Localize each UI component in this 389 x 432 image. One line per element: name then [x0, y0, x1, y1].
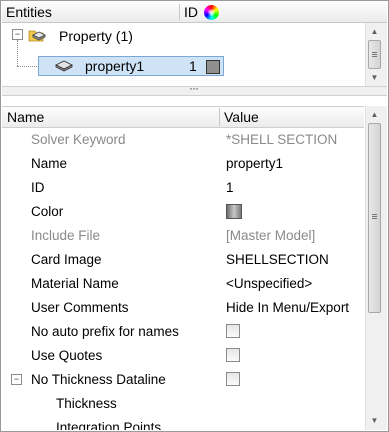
scroll-up-icon[interactable]: ▲	[366, 23, 383, 40]
tree-node-id: 1	[189, 58, 197, 74]
color-wheel-icon[interactable]	[204, 5, 219, 20]
property-name: User Comments	[31, 300, 129, 315]
property-name: Include File	[31, 228, 101, 243]
row-no-thickness-dataline[interactable]: − No Thickness Dataline	[2, 368, 364, 392]
property-name: Material Name	[31, 276, 119, 291]
user-comments-value[interactable]: Hide In Menu/Export	[226, 300, 349, 315]
shell-property-icon	[55, 60, 73, 72]
color-swatch[interactable]	[206, 60, 220, 74]
material-name-value[interactable]: <Unspecified>	[226, 276, 312, 291]
grip-icon	[372, 214, 377, 215]
property-value: *SHELL SECTION	[226, 132, 338, 147]
grip-icon	[372, 54, 377, 55]
grid-scrollbar[interactable]: ▲ ▼	[365, 106, 387, 430]
property-name: Name	[31, 156, 68, 171]
grid-header: Name Value	[2, 106, 364, 128]
row-solver-keyword: Solver Keyword *SHELL SECTION	[2, 128, 364, 152]
splitter-grip-icon: ···	[189, 81, 199, 95]
column-separator[interactable]	[219, 108, 220, 126]
property-name: Solver Keyword	[31, 132, 126, 147]
name-column-header[interactable]: Name	[7, 109, 44, 125]
row-color[interactable]: Color	[2, 200, 364, 224]
entity-tree: − Property (1) property1 1	[2, 23, 364, 85]
use-quotes-checkbox[interactable]	[226, 348, 240, 362]
tree-scrollbar[interactable]: ▲ ▼	[365, 23, 387, 86]
column-separator[interactable]	[179, 4, 180, 20]
row-use-quotes[interactable]: Use Quotes	[2, 344, 364, 368]
row-id[interactable]: ID 1	[2, 176, 364, 200]
grip-icon	[372, 218, 377, 219]
row-no-auto-prefix[interactable]: No auto prefix for names	[2, 320, 364, 344]
property-name: Color	[31, 204, 64, 219]
tree-connector	[17, 40, 18, 66]
no-auto-prefix-checkbox[interactable]	[226, 324, 240, 338]
name-value-field[interactable]: property1	[226, 156, 283, 171]
entity-property-panel: Entities ID − Property (1) property1 1 ▲	[0, 0, 389, 432]
row-name[interactable]: Name property1	[2, 152, 364, 176]
tree-node-property1[interactable]: property1 1	[38, 56, 224, 76]
id-column-header[interactable]: ID	[184, 4, 198, 20]
tree-node-label: property1	[85, 58, 145, 74]
scroll-thumb[interactable]	[368, 123, 381, 313]
row-thickness[interactable]: Thickness	[2, 392, 364, 416]
tree-node-property[interactable]: Property (1)	[59, 28, 133, 44]
scroll-down-icon[interactable]: ▼	[366, 69, 383, 86]
scroll-down-icon[interactable]: ▼	[366, 412, 383, 429]
no-thickness-dataline-checkbox[interactable]	[226, 372, 240, 386]
tree-connector	[17, 66, 39, 67]
property-folder-icon	[28, 30, 46, 42]
id-value-field[interactable]: 1	[226, 180, 234, 195]
entities-header: Entities ID	[2, 2, 387, 23]
color-picker-button[interactable]	[226, 204, 242, 219]
grip-icon	[372, 56, 377, 57]
property-name: No auto prefix for names	[31, 324, 179, 339]
panel-splitter[interactable]: ···	[2, 81, 387, 96]
property-name: No Thickness Dataline	[31, 372, 166, 387]
scroll-thumb[interactable]	[368, 40, 381, 69]
scroll-up-icon[interactable]: ▲	[366, 106, 383, 123]
grip-icon	[372, 216, 377, 217]
property-grid: Solver Keyword *SHELL SECTION Name prope…	[2, 128, 364, 430]
row-material-name[interactable]: Material Name <Unspecified>	[2, 272, 364, 296]
row-include-file: Include File [Master Model]	[2, 224, 364, 248]
property-name: Card Image	[31, 252, 102, 267]
property-name: Integration Points	[56, 420, 162, 430]
collapse-icon[interactable]: −	[11, 374, 22, 385]
property-name: Thickness	[56, 396, 117, 411]
collapse-icon[interactable]: −	[12, 29, 23, 40]
row-integration-points[interactable]: Integration Points	[2, 416, 364, 430]
row-user-comments[interactable]: User Comments Hide In Menu/Export	[2, 296, 364, 320]
value-column-header[interactable]: Value	[224, 109, 259, 125]
grip-icon	[372, 52, 377, 53]
entities-title: Entities	[6, 4, 52, 20]
card-image-value[interactable]: SHELLSECTION	[226, 252, 329, 267]
property-name: ID	[31, 180, 45, 195]
row-card-image[interactable]: Card Image SHELLSECTION	[2, 248, 364, 272]
property-value: [Master Model]	[226, 228, 316, 243]
property-name: Use Quotes	[31, 348, 103, 363]
